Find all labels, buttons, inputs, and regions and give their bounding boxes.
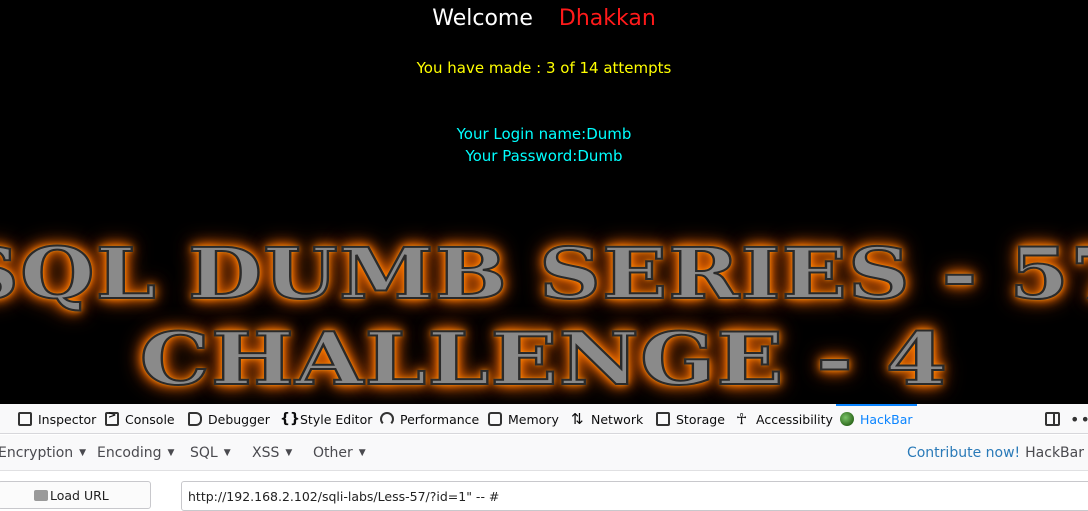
page-viewport: Welcome Dhakkan You have made : 3 of 14 a… [0, 0, 1088, 404]
tab-label: Memory [508, 411, 559, 427]
username: Dhakkan [558, 6, 656, 31]
menu-other[interactable]: Other ▼ [313, 435, 366, 471]
tab-memory[interactable]: Memory [488, 404, 559, 434]
load-url-label: Load URL [50, 487, 109, 503]
welcome-line: Welcome Dhakkan [0, 6, 1088, 31]
menu-sql[interactable]: SQL ▼ [190, 435, 231, 471]
menu-xss[interactable]: XSS ▼ [252, 435, 292, 471]
menu-label: Other [313, 445, 353, 461]
tab-label: HackBar [860, 411, 913, 427]
chevron-down-icon: ▼ [223, 448, 231, 458]
tab-label: Debugger [208, 411, 270, 427]
tab-label: Storage [676, 411, 725, 427]
menu-label: Encryption [0, 445, 74, 461]
dock-side-icon[interactable] [1045, 412, 1060, 426]
hackbar-action-row: Load URL http://192.168.2.102/sqli-labs/… [0, 471, 1088, 511]
url-input[interactable]: http://192.168.2.102/sqli-labs/Less-57/?… [181, 481, 1088, 511]
tab-label: Style Editor [300, 411, 373, 427]
network-icon: ⇅ [571, 410, 584, 428]
chevron-down-icon: ▼ [79, 448, 87, 458]
memory-icon [488, 412, 502, 426]
tab-label: Accessibility [756, 411, 833, 427]
accessibility-icon: ☥ [736, 410, 748, 428]
tab-performance[interactable]: Performance [380, 404, 479, 434]
tab-label: Inspector [38, 411, 97, 427]
tab-inspector[interactable]: Inspector [18, 404, 96, 434]
tab-label: Network [591, 411, 644, 427]
storage-icon [656, 412, 670, 426]
tab-storage[interactable]: Storage [656, 404, 725, 434]
menu-label: SQL [190, 445, 218, 461]
load-url-icon [34, 490, 48, 501]
menu-encryption[interactable]: Encryption ▼ [0, 435, 86, 471]
chevron-down-icon: ▼ [358, 448, 366, 458]
password-text: Your Password:Dumb [465, 147, 623, 165]
style-editor-icon: {} [280, 411, 300, 427]
contribute-area: Contribute now! HackBar [907, 435, 1084, 471]
welcome-label: Welcome [432, 6, 533, 31]
banner-challenge-title: CHALLENGE - 4 [139, 315, 949, 402]
chevron-down-icon: ▼ [285, 448, 293, 458]
login-name-text: Your Login name:Dumb [456, 125, 632, 143]
contribute-link[interactable]: Contribute now! [907, 445, 1020, 461]
devtools-tabbar: Inspector Console Debugger {}Style Edito… [0, 404, 1088, 434]
menu-label: XSS [252, 445, 280, 461]
tab-console[interactable]: Console [105, 404, 175, 434]
inspector-icon [18, 412, 32, 426]
menu-encoding[interactable]: Encoding ▼ [97, 435, 174, 471]
tab-accessibility[interactable]: ☥ Accessibility [736, 404, 833, 434]
load-url-button[interactable]: Load URL [0, 481, 151, 509]
more-options-icon[interactable]: ••• [1070, 410, 1088, 429]
performance-icon [380, 412, 394, 426]
menu-label: Encoding [97, 445, 162, 461]
tab-debugger[interactable]: Debugger [188, 404, 270, 434]
hackbar-menubar: Encryption ▼ Encoding ▼ SQL ▼ XSS ▼ Other ▼ C… [0, 435, 1088, 471]
console-icon [105, 410, 119, 426]
debugger-icon [188, 412, 202, 426]
attempts-counter: You have made : 3 of 14 attempts [416, 59, 672, 77]
tab-hackbar[interactable]: HackBar [836, 404, 917, 434]
hackbar-icon [840, 412, 854, 426]
chevron-down-icon: ▼ [167, 448, 175, 458]
tab-label: Performance [400, 411, 480, 427]
tab-style-editor[interactable]: {} Style Editor [280, 404, 372, 434]
banner-series-title: SQL DUMB SERIES - 57 [0, 231, 1088, 316]
devtools-panel: Inspector Console Debugger {}Style Edito… [0, 404, 1088, 511]
hackbar-brand: HackBar [1025, 445, 1084, 461]
tab-label: Console [125, 411, 175, 427]
tab-network[interactable]: ⇅ Network [571, 404, 643, 434]
